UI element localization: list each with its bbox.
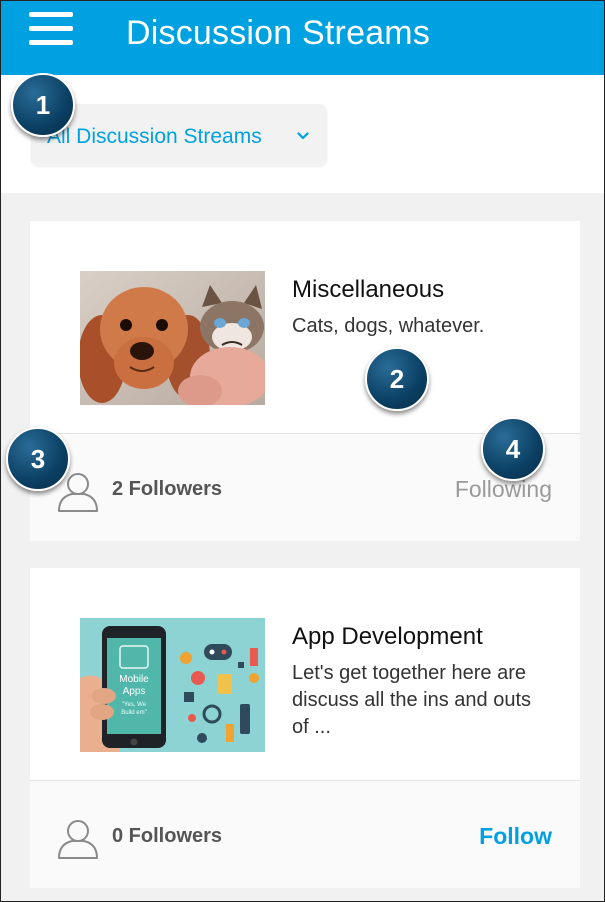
phone-text-line3: "Yes, We: [122, 702, 147, 708]
app-header: Discussion Streams: [1, 1, 604, 75]
filter-bar: All Discussion Streams: [1, 75, 604, 193]
dog-and-cat-photo: [80, 271, 265, 405]
stream-card-body[interactable]: Mobile Apps "Yes, We Build em" App Devel…: [30, 568, 580, 780]
follow-button[interactable]: Follow: [479, 823, 552, 850]
stream-card: Miscellaneous Cats, dogs, whatever. 2 Fo…: [30, 221, 580, 541]
callout-badge-4: 4: [481, 417, 545, 481]
stream-card-body[interactable]: Miscellaneous Cats, dogs, whatever.: [30, 221, 580, 433]
stream-description: Cats, dogs, whatever.: [292, 315, 485, 337]
followers-count: 0 Followers: [112, 825, 223, 847]
page-title: Discussion Streams: [126, 14, 431, 52]
phone-text-line4: Build em": [121, 710, 146, 716]
app-frame: Discussion Streams All Discussion Stream…: [0, 0, 605, 902]
hamburger-menu-icon[interactable]: [29, 12, 73, 46]
person-icon: [58, 820, 98, 859]
chevron-down-icon: [297, 132, 309, 140]
callout-badge-2: 2: [365, 347, 429, 411]
following-button[interactable]: Following: [455, 476, 552, 503]
stream-filter-label: All Discussion Streams: [47, 125, 262, 148]
stream-filter-dropdown[interactable]: All Discussion Streams: [31, 104, 327, 166]
phone-text-line1: Mobile: [119, 674, 149, 685]
callout-badge-3: 3: [6, 427, 70, 491]
phone-text-line2: Apps: [123, 686, 146, 697]
stream-card-footer: 0 Followers Follow: [30, 781, 580, 888]
followers-count: 2 Followers: [112, 478, 223, 500]
stream-card: Mobile Apps "Yes, We Build em" App Devel…: [30, 568, 580, 888]
mobile-apps-illustration: Mobile Apps "Yes, We Build em": [80, 618, 265, 752]
stream-title: App Development: [292, 623, 483, 650]
stream-description: Let's get together here are discuss all …: [292, 662, 532, 738]
callout-badge-1: 1: [11, 73, 75, 137]
stream-title: Miscellaneous: [292, 276, 445, 303]
